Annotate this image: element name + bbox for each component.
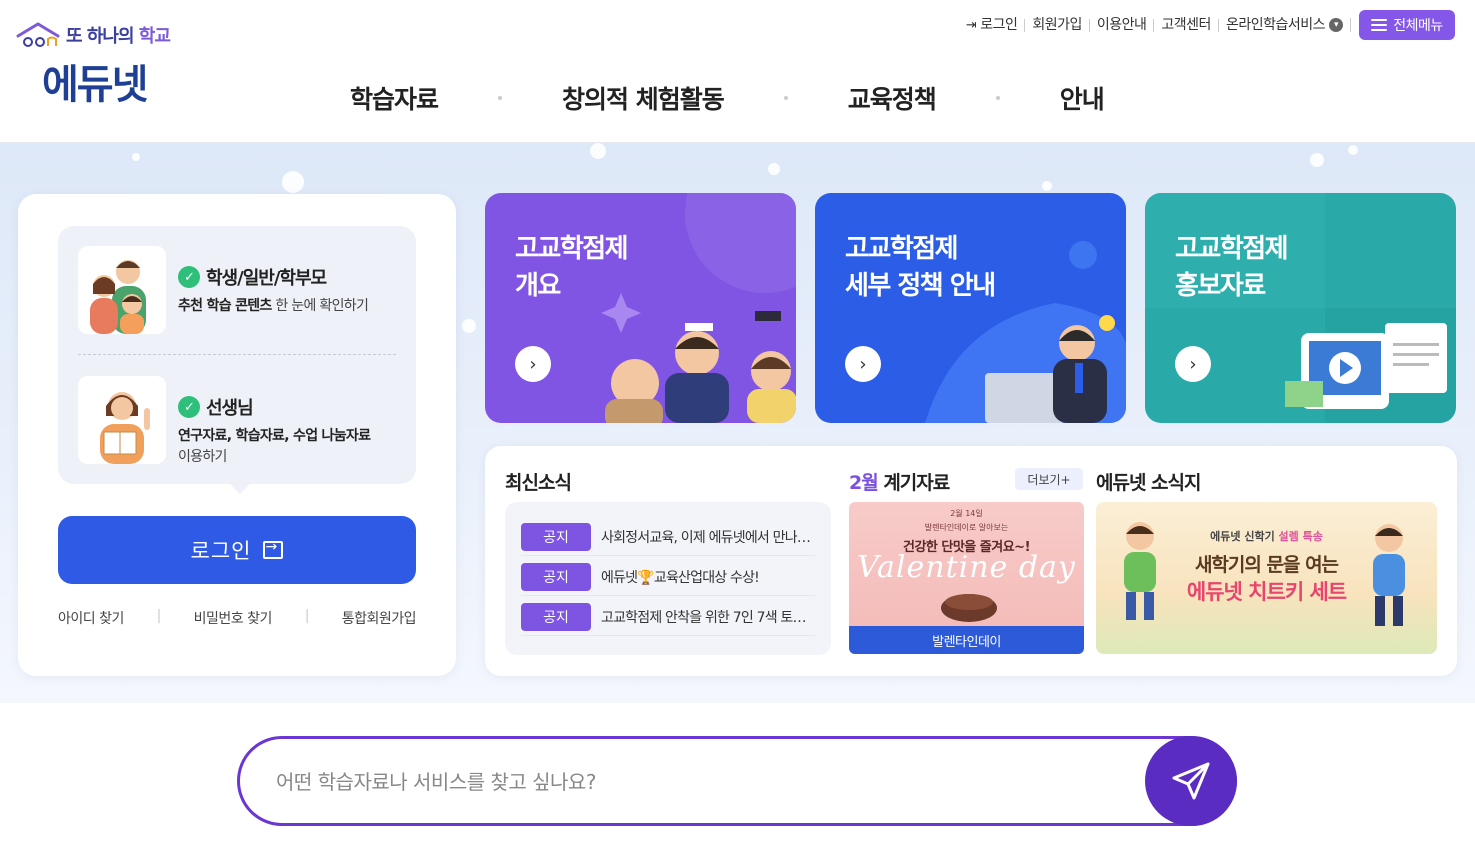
logo-tagline: 또 하나의 학교 — [16, 20, 171, 50]
chevron-right-icon[interactable]: › — [845, 346, 881, 382]
user-type-student[interactable]: ✓ 학생/일반/학부모 추천 학습 콘텐츠 한 눈에 확인하기 — [78, 246, 398, 336]
chevron-right-icon[interactable]: › — [1175, 346, 1211, 382]
news-item[interactable]: 공지 고교학점제 안착을 위한 7인 7색 토크쇼 — [521, 598, 815, 636]
nav-separator — [995, 96, 1000, 100]
newsletter-banner[interactable]: 에듀넷 신학기 설렘 특송 새학기의 문을 여는 에듀넷 치트키 세트 — [1096, 502, 1437, 654]
teacher-description: 연구자료, 학습자료, 수업 나눔자료 이용하기 — [178, 428, 371, 465]
valentine-banner[interactable]: 2월 14일 발렌타인데이로 알아보는 건강한 단맛을 즐겨요~! Valent… — [849, 502, 1084, 654]
school-house-icon — [16, 22, 60, 47]
site-logo[interactable]: 또 하나의 학교 에듀넷 — [16, 18, 206, 108]
students-illustration — [601, 193, 796, 423]
notice-badge: 공지 — [521, 562, 591, 591]
more-button[interactable]: 더보기+ — [1015, 468, 1083, 490]
news-panel: 최신소식 공지 사회정서교육, 이제 에듀넷에서 만나보세요 공지 에듀넷🏆교육… — [485, 446, 1457, 676]
monthly-materials-title: 2월 계기자료 — [849, 472, 950, 494]
notice-badge: 공지 — [521, 522, 591, 551]
util-login-link[interactable]: ⇥ 로그인 — [959, 17, 1026, 33]
login-button[interactable]: 로그인 — [58, 516, 416, 584]
nav-separator — [783, 96, 788, 100]
paper-plane-icon — [1172, 762, 1210, 800]
nav-creative-activities[interactable]: 창의적 체험활동 — [542, 80, 744, 116]
card-credit-promo[interactable]: 고교학점제 홍보자료 › — [1145, 193, 1456, 423]
shield-check-icon: ✓ — [178, 396, 200, 418]
news-item[interactable]: 공지 에듀넷🏆교육산업대상 수상! — [521, 558, 815, 596]
latest-news-title: 최신소식 — [505, 472, 572, 494]
all-menu-button[interactable]: 전체메뉴 — [1359, 10, 1455, 40]
chevron-down-icon: ▾ — [1329, 18, 1343, 32]
news-title: 고교학점제 안착을 위한 7인 7색 토크쇼 — [601, 609, 815, 626]
nav-separator — [498, 96, 503, 100]
student-title: ✓ 학생/일반/학부모 — [178, 264, 327, 290]
news-title: 사회정서교육, 이제 에듀넷에서 만나보세요 — [601, 529, 815, 546]
user-type-box: ✓ 학생/일반/학부모 추천 학습 콘텐츠 한 눈에 확인하기 ✓ 선생님 연구… — [58, 226, 416, 494]
util-support-link[interactable]: 고객센터 — [1154, 18, 1219, 32]
card-title: 고교학점제 세부 정책 안내 — [845, 234, 996, 301]
card-title: 고교학점제 홍보자료 — [1175, 234, 1289, 301]
card-credit-policy[interactable]: 고교학점제 세부 정책 안내 › — [815, 193, 1126, 423]
chocolate-cake-icon — [941, 594, 997, 622]
hamburger-icon — [1371, 19, 1388, 31]
find-id-link[interactable]: 아이디 찾기 — [58, 608, 124, 628]
login-panel: ✓ 학생/일반/학부모 추천 학습 콘텐츠 한 눈에 확인하기 ✓ 선생님 연구… — [18, 194, 456, 676]
valentine-banner-label: 발렌타인데이 — [849, 626, 1084, 654]
card-credit-overview[interactable]: 고교학점제 개요 › — [485, 193, 796, 423]
card-title: 고교학점제 개요 — [515, 234, 629, 301]
news-item[interactable]: 공지 사회정서교육, 이제 에듀넷에서 만나보세요 — [521, 518, 815, 556]
nav-learning-materials[interactable]: 학습자료 — [330, 80, 458, 116]
logo-name: 에듀넷 — [42, 62, 148, 108]
search-bar — [237, 736, 1237, 826]
nav-info[interactable]: 안내 — [1040, 80, 1124, 116]
site-header: 또 하나의 학교 에듀넷 ⇥ 로그인 회원가입 이용안내 고객센터 온라인학습서… — [0, 0, 1475, 143]
newsletter-title: 에듀넷 소식지 — [1096, 472, 1201, 494]
user-type-teacher[interactable]: ✓ 선생님 연구자료, 학습자료, 수업 나눔자료 이용하기 — [78, 376, 398, 466]
util-signup-link[interactable]: 회원가입 — [1025, 18, 1090, 32]
integrated-signup-link[interactable]: 통합회원가입 — [342, 608, 417, 628]
utility-menu: ⇥ 로그인 회원가입 이용안내 고객센터 온라인학습서비스 ▾ 전체메뉴 — [959, 10, 1455, 40]
shield-check-icon: ✓ — [178, 266, 200, 288]
teacher-title: ✓ 선생님 — [178, 394, 254, 420]
video-player-illustration — [1145, 193, 1456, 423]
main-navigation: 학습자료 창의적 체험활동 교육정책 안내 — [330, 80, 1124, 116]
news-list: 공지 사회정서교육, 이제 에듀넷에서 만나보세요 공지 에듀넷🏆교육산업대상 … — [505, 502, 831, 655]
find-password-link[interactable]: 비밀번호 찾기 — [194, 608, 273, 628]
login-icon: ⇥ — [965, 17, 977, 33]
notice-badge: 공지 — [521, 602, 591, 631]
login-arrow-icon — [263, 539, 284, 559]
search-input[interactable] — [276, 763, 1116, 801]
account-links: 아이디 찾기 | 비밀번호 찾기 | 통합회원가입 — [58, 608, 417, 628]
search-submit-button[interactable] — [1145, 736, 1237, 826]
teacher-illustration — [78, 376, 166, 464]
news-title: 에듀넷🏆교육산업대상 수상! — [601, 569, 759, 586]
chevron-right-icon[interactable]: › — [515, 346, 551, 382]
nav-education-policy[interactable]: 교육정책 — [828, 80, 956, 116]
family-illustration — [78, 246, 166, 334]
util-online-service-link[interactable]: 온라인학습서비스 ▾ — [1219, 18, 1351, 32]
dashed-divider — [78, 354, 396, 355]
presenter-illustration — [925, 241, 1126, 423]
util-guide-link[interactable]: 이용안내 — [1090, 18, 1155, 32]
student-description: 추천 학습 콘텐츠 한 눈에 확인하기 — [178, 298, 369, 314]
